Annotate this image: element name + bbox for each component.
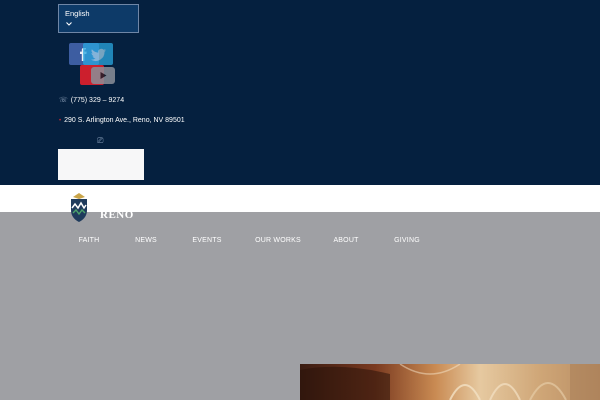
search-box[interactable]	[58, 149, 144, 180]
header-strip	[0, 185, 600, 212]
chevron-down-icon	[66, 22, 72, 26]
address-text: 290 S. Arlington Ave., Reno, NV 89501	[64, 117, 185, 124]
address-contact[interactable]: • 290 S. Arlington Ave., Reno, NV 89501	[59, 116, 185, 126]
phone-contact[interactable]: ☏ (775) 329 – 9274	[59, 96, 124, 105]
social-links	[69, 43, 125, 87]
small-image-icon: ⎚	[97, 136, 104, 145]
nav-item-giving[interactable]: GIVING	[394, 237, 420, 244]
youtube-icon[interactable]	[91, 67, 115, 84]
cathedral-interior-image	[300, 364, 600, 400]
nav-item-news[interactable]: NEWS	[135, 237, 157, 244]
brand-name[interactable]: RENO	[100, 209, 134, 221]
hero-photo	[300, 364, 600, 400]
language-select[interactable]: English	[58, 4, 139, 33]
nav-item-faith[interactable]: FAITH	[79, 237, 100, 244]
diocese-emblem-icon[interactable]	[68, 193, 90, 223]
nav-item-our-works[interactable]: OUR WORKS	[255, 237, 301, 244]
nav-item-events[interactable]: EVENTS	[192, 237, 221, 244]
phone-number: (775) 329 – 9274	[70, 97, 125, 104]
nav-item-about[interactable]: ABOUT	[333, 237, 358, 244]
language-select-value: English	[65, 9, 90, 18]
twitter-icon[interactable]	[83, 43, 113, 65]
top-bar: English ☏ (775) 329 – 9274 • 290 S. Arling…	[0, 0, 600, 185]
map-pin-icon: •	[59, 118, 62, 124]
main-nav: FAITH NEWS EVENTS OUR WORKS ABOUT GIVING	[0, 237, 600, 249]
phone-icon: ☏	[59, 97, 68, 104]
